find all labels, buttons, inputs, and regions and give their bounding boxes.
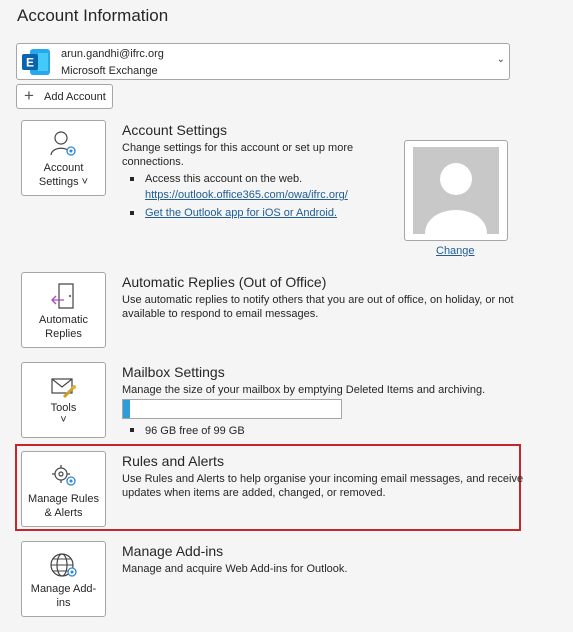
automatic-replies-desc-1: Use automatic replies to notify others t… bbox=[122, 294, 514, 306]
rules-alerts-desc-2: updates when items are added, changed, o… bbox=[122, 487, 386, 499]
mailbox-settings-desc: Manage the size of your mailbox by empty… bbox=[122, 384, 486, 396]
automatic-replies-button[interactable]: Automatic Replies bbox=[21, 272, 106, 348]
chevron-down-icon: ˅ bbox=[60, 414, 67, 426]
account-settings-button[interactable]: Account Settings ˅ bbox=[21, 120, 106, 196]
avatar bbox=[413, 147, 499, 234]
account-settings-icon bbox=[49, 131, 76, 156]
account-email: arun.gandhi@ifrc.org bbox=[61, 48, 164, 60]
account-selector[interactable]: E arun.gandhi@ifrc.org Microsoft Exchang… bbox=[16, 43, 510, 80]
bullet-icon bbox=[130, 211, 134, 215]
rules-alerts-icon bbox=[51, 465, 76, 486]
rules-alerts-tile-label-1: Manage Rules bbox=[28, 493, 99, 505]
account-settings-desc-1: Change settings for this account or set … bbox=[122, 142, 354, 154]
exchange-icon: E bbox=[22, 49, 50, 75]
chevron-down-icon[interactable]: ⌄ bbox=[497, 54, 505, 65]
automatic-replies-title: Automatic Replies (Out of Office) bbox=[122, 274, 327, 290]
automatic-replies-desc-2: available to respond to email messages. bbox=[122, 308, 319, 320]
mailbox-settings-title: Mailbox Settings bbox=[122, 364, 225, 380]
manage-rules-alerts-button[interactable]: Manage Rules & Alerts bbox=[21, 451, 106, 527]
outlook-app-link[interactable]: Get the Outlook app for iOS or Android. bbox=[145, 207, 337, 219]
account-type: Microsoft Exchange bbox=[61, 65, 158, 77]
add-account-label: Add Account bbox=[44, 91, 106, 103]
access-web-text: Access this account on the web. bbox=[145, 173, 303, 185]
profile-photo-frame bbox=[404, 140, 508, 241]
change-photo-link[interactable]: Change bbox=[436, 245, 475, 257]
bullet-icon bbox=[130, 177, 134, 181]
account-settings-desc-2: connections. bbox=[122, 156, 184, 168]
rules-alerts-title: Rules and Alerts bbox=[122, 453, 224, 469]
automatic-replies-tile-label-1: Automatic bbox=[39, 314, 88, 326]
owa-link[interactable]: https://outlook.office365.com/owa/ifrc.o… bbox=[145, 189, 348, 201]
automatic-replies-icon bbox=[50, 283, 74, 309]
mailbox-free-space: 96 GB free of 99 GB bbox=[145, 425, 245, 437]
manage-addins-button[interactable]: Manage Add- ins bbox=[21, 541, 106, 617]
svg-text:E: E bbox=[26, 56, 34, 70]
manage-addins-desc: Manage and acquire Web Add-ins for Outlo… bbox=[122, 563, 348, 575]
account-settings-tile-label-2: Settings ˅ bbox=[38, 176, 89, 188]
page-title: Account Information bbox=[17, 6, 169, 25]
tools-icon bbox=[50, 378, 76, 399]
account-settings-title: Account Settings bbox=[122, 122, 228, 138]
rules-alerts-desc-1: Use Rules and Alerts to help organise yo… bbox=[122, 473, 524, 485]
add-account-button[interactable]: + Add Account bbox=[16, 84, 113, 109]
mailbox-usage-bar bbox=[122, 399, 342, 419]
person-placeholder-icon bbox=[425, 163, 487, 234]
automatic-replies-tile-label-2: Replies bbox=[45, 328, 82, 340]
rules-alerts-tile-label-2: & Alerts bbox=[44, 507, 83, 519]
account-settings-tile-label-1: Account bbox=[43, 162, 84, 174]
mailbox-usage-fill bbox=[123, 400, 130, 418]
manage-addins-title: Manage Add-ins bbox=[122, 543, 224, 559]
tools-button[interactable]: Tools ˅ bbox=[21, 362, 106, 438]
addins-tile-label-1: Manage Add- bbox=[30, 583, 97, 595]
bullet-icon bbox=[130, 428, 134, 432]
addins-tile-label-2: ins bbox=[56, 597, 71, 609]
plus-icon: + bbox=[24, 86, 34, 105]
globe-icon bbox=[49, 553, 77, 577]
